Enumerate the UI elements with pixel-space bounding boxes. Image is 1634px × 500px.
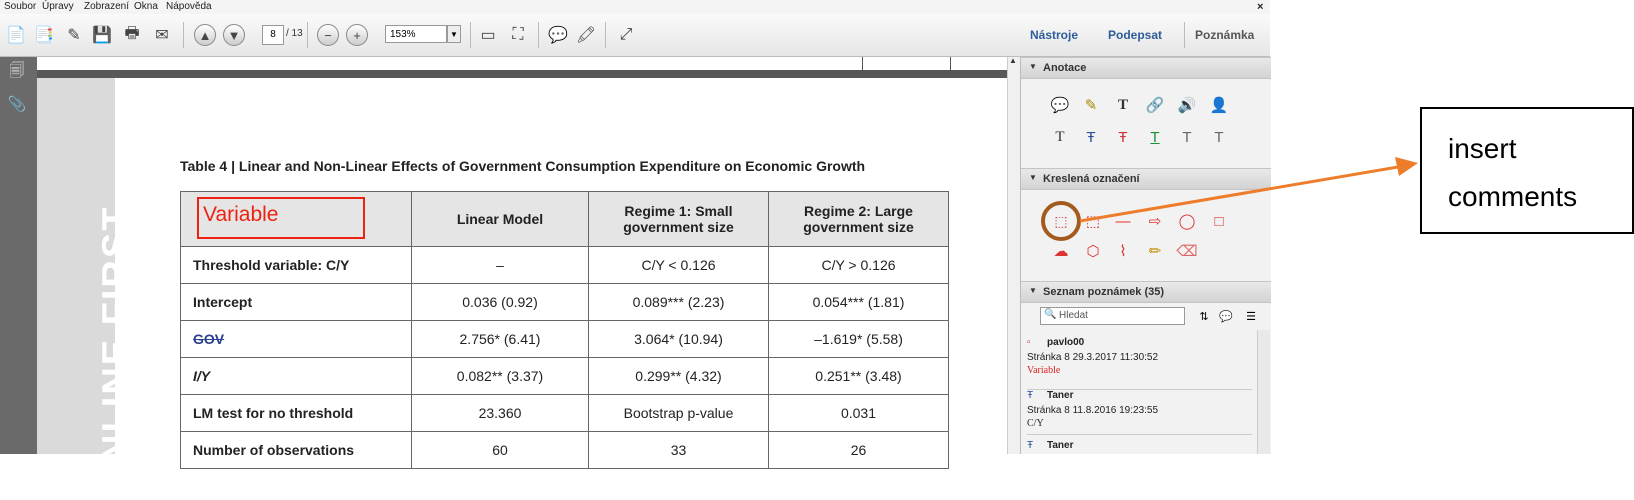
callout-arrow <box>1079 157 1418 223</box>
callout-line-2: comments <box>1448 181 1578 212</box>
callout-line-1: insert <box>1448 133 1517 164</box>
callout-box: insert comments <box>1420 107 1634 234</box>
